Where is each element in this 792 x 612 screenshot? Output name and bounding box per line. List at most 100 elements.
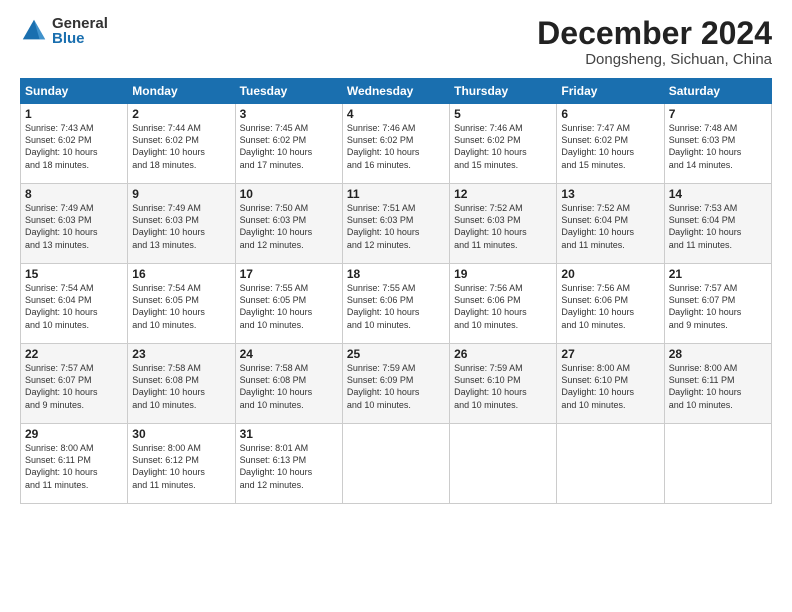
day-number: 18 (347, 267, 445, 281)
day-info: Sunrise: 7:45 AM Sunset: 6:02 PM Dayligh… (240, 122, 338, 171)
day-info: Sunrise: 7:48 AM Sunset: 6:03 PM Dayligh… (669, 122, 767, 171)
day-info: Sunrise: 7:46 AM Sunset: 6:02 PM Dayligh… (347, 122, 445, 171)
day-info: Sunrise: 7:49 AM Sunset: 6:03 PM Dayligh… (132, 202, 230, 251)
table-row: 20Sunrise: 7:56 AM Sunset: 6:06 PM Dayli… (557, 264, 664, 344)
col-tuesday: Tuesday (235, 79, 342, 104)
col-sunday: Sunday (21, 79, 128, 104)
calendar-table: Sunday Monday Tuesday Wednesday Thursday… (20, 78, 772, 504)
day-info: Sunrise: 7:58 AM Sunset: 6:08 PM Dayligh… (240, 362, 338, 411)
day-info: Sunrise: 7:54 AM Sunset: 6:05 PM Dayligh… (132, 282, 230, 331)
header: General Blue December 2024 Dongsheng, Si… (20, 16, 772, 68)
day-info: Sunrise: 8:01 AM Sunset: 6:13 PM Dayligh… (240, 442, 338, 491)
table-row: 30Sunrise: 8:00 AM Sunset: 6:12 PM Dayli… (128, 424, 235, 504)
day-number: 20 (561, 267, 659, 281)
week-row-3: 15Sunrise: 7:54 AM Sunset: 6:04 PM Dayli… (21, 264, 772, 344)
day-number: 15 (25, 267, 123, 281)
day-number: 27 (561, 347, 659, 361)
title-block: December 2024 Dongsheng, Sichuan, China (537, 16, 772, 68)
table-row: 7Sunrise: 7:48 AM Sunset: 6:03 PM Daylig… (664, 104, 771, 184)
day-number: 22 (25, 347, 123, 361)
week-row-4: 22Sunrise: 7:57 AM Sunset: 6:07 PM Dayli… (21, 344, 772, 424)
day-number: 13 (561, 187, 659, 201)
day-number: 11 (347, 187, 445, 201)
day-info: Sunrise: 7:57 AM Sunset: 6:07 PM Dayligh… (669, 282, 767, 331)
day-number: 10 (240, 187, 338, 201)
table-row: 12Sunrise: 7:52 AM Sunset: 6:03 PM Dayli… (450, 184, 557, 264)
table-row: 5Sunrise: 7:46 AM Sunset: 6:02 PM Daylig… (450, 104, 557, 184)
location: Dongsheng, Sichuan, China (537, 51, 772, 68)
col-saturday: Saturday (664, 79, 771, 104)
day-info: Sunrise: 7:52 AM Sunset: 6:03 PM Dayligh… (454, 202, 552, 251)
day-info: Sunrise: 8:00 AM Sunset: 6:11 PM Dayligh… (669, 362, 767, 411)
day-number: 30 (132, 427, 230, 441)
table-row: 21Sunrise: 7:57 AM Sunset: 6:07 PM Dayli… (664, 264, 771, 344)
day-number: 19 (454, 267, 552, 281)
day-info: Sunrise: 7:43 AM Sunset: 6:02 PM Dayligh… (25, 122, 123, 171)
table-row: 28Sunrise: 8:00 AM Sunset: 6:11 PM Dayli… (664, 344, 771, 424)
table-row: 23Sunrise: 7:58 AM Sunset: 6:08 PM Dayli… (128, 344, 235, 424)
day-info: Sunrise: 7:53 AM Sunset: 6:04 PM Dayligh… (669, 202, 767, 251)
day-info: Sunrise: 7:51 AM Sunset: 6:03 PM Dayligh… (347, 202, 445, 251)
table-row: 24Sunrise: 7:58 AM Sunset: 6:08 PM Dayli… (235, 344, 342, 424)
table-row: 13Sunrise: 7:52 AM Sunset: 6:04 PM Dayli… (557, 184, 664, 264)
day-number: 16 (132, 267, 230, 281)
day-info: Sunrise: 7:54 AM Sunset: 6:04 PM Dayligh… (25, 282, 123, 331)
day-info: Sunrise: 7:50 AM Sunset: 6:03 PM Dayligh… (240, 202, 338, 251)
day-info: Sunrise: 7:57 AM Sunset: 6:07 PM Dayligh… (25, 362, 123, 411)
table-row: 2Sunrise: 7:44 AM Sunset: 6:02 PM Daylig… (128, 104, 235, 184)
day-number: 28 (669, 347, 767, 361)
day-info: Sunrise: 7:44 AM Sunset: 6:02 PM Dayligh… (132, 122, 230, 171)
table-row: 11Sunrise: 7:51 AM Sunset: 6:03 PM Dayli… (342, 184, 449, 264)
day-number: 3 (240, 107, 338, 121)
table-row: 31Sunrise: 8:01 AM Sunset: 6:13 PM Dayli… (235, 424, 342, 504)
day-number: 25 (347, 347, 445, 361)
day-number: 26 (454, 347, 552, 361)
table-row: 18Sunrise: 7:55 AM Sunset: 6:06 PM Dayli… (342, 264, 449, 344)
day-number: 12 (454, 187, 552, 201)
table-row: 17Sunrise: 7:55 AM Sunset: 6:05 PM Dayli… (235, 264, 342, 344)
table-row: 4Sunrise: 7:46 AM Sunset: 6:02 PM Daylig… (342, 104, 449, 184)
logo-icon (20, 17, 48, 45)
table-row: 3Sunrise: 7:45 AM Sunset: 6:02 PM Daylig… (235, 104, 342, 184)
day-info: Sunrise: 7:59 AM Sunset: 6:10 PM Dayligh… (454, 362, 552, 411)
table-row: 16Sunrise: 7:54 AM Sunset: 6:05 PM Dayli… (128, 264, 235, 344)
day-info: Sunrise: 7:49 AM Sunset: 6:03 PM Dayligh… (25, 202, 123, 251)
day-number: 24 (240, 347, 338, 361)
day-number: 6 (561, 107, 659, 121)
month-title: December 2024 (537, 16, 772, 51)
table-row: 22Sunrise: 7:57 AM Sunset: 6:07 PM Dayli… (21, 344, 128, 424)
col-monday: Monday (128, 79, 235, 104)
day-number: 4 (347, 107, 445, 121)
table-row: 6Sunrise: 7:47 AM Sunset: 6:02 PM Daylig… (557, 104, 664, 184)
day-info: Sunrise: 7:58 AM Sunset: 6:08 PM Dayligh… (132, 362, 230, 411)
day-info: Sunrise: 7:55 AM Sunset: 6:06 PM Dayligh… (347, 282, 445, 331)
table-row: 19Sunrise: 7:56 AM Sunset: 6:06 PM Dayli… (450, 264, 557, 344)
day-info: Sunrise: 8:00 AM Sunset: 6:11 PM Dayligh… (25, 442, 123, 491)
day-number: 29 (25, 427, 123, 441)
day-info: Sunrise: 7:47 AM Sunset: 6:02 PM Dayligh… (561, 122, 659, 171)
day-number: 1 (25, 107, 123, 121)
day-info: Sunrise: 7:56 AM Sunset: 6:06 PM Dayligh… (454, 282, 552, 331)
day-number: 23 (132, 347, 230, 361)
table-row (450, 424, 557, 504)
table-row (342, 424, 449, 504)
table-row: 10Sunrise: 7:50 AM Sunset: 6:03 PM Dayli… (235, 184, 342, 264)
table-row: 1Sunrise: 7:43 AM Sunset: 6:02 PM Daylig… (21, 104, 128, 184)
logo-text: General Blue (52, 16, 108, 46)
table-row: 27Sunrise: 8:00 AM Sunset: 6:10 PM Dayli… (557, 344, 664, 424)
day-number: 2 (132, 107, 230, 121)
col-thursday: Thursday (450, 79, 557, 104)
week-row-1: 1Sunrise: 7:43 AM Sunset: 6:02 PM Daylig… (21, 104, 772, 184)
day-number: 9 (132, 187, 230, 201)
week-row-2: 8Sunrise: 7:49 AM Sunset: 6:03 PM Daylig… (21, 184, 772, 264)
day-info: Sunrise: 7:55 AM Sunset: 6:05 PM Dayligh… (240, 282, 338, 331)
day-info: Sunrise: 7:56 AM Sunset: 6:06 PM Dayligh… (561, 282, 659, 331)
day-number: 8 (25, 187, 123, 201)
page: General Blue December 2024 Dongsheng, Si… (0, 0, 792, 612)
table-row: 26Sunrise: 7:59 AM Sunset: 6:10 PM Dayli… (450, 344, 557, 424)
day-info: Sunrise: 8:00 AM Sunset: 6:10 PM Dayligh… (561, 362, 659, 411)
day-number: 31 (240, 427, 338, 441)
day-info: Sunrise: 7:59 AM Sunset: 6:09 PM Dayligh… (347, 362, 445, 411)
day-number: 14 (669, 187, 767, 201)
table-row: 8Sunrise: 7:49 AM Sunset: 6:03 PM Daylig… (21, 184, 128, 264)
